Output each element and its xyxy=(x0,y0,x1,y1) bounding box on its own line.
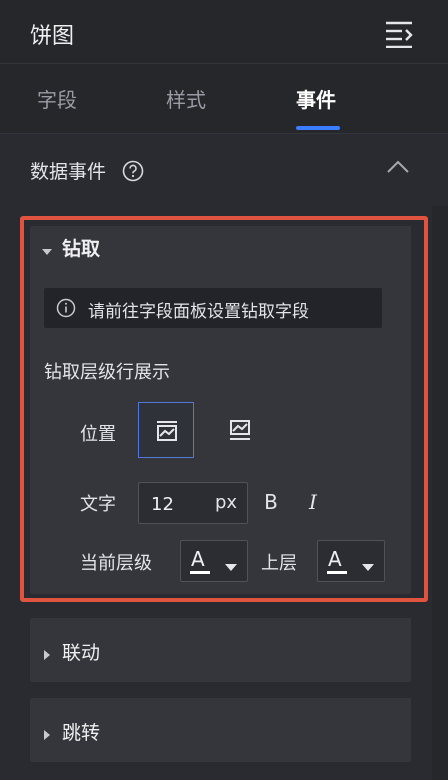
jump-title: 跳转 xyxy=(62,722,101,744)
info-circle-icon xyxy=(56,298,76,318)
font-unit: px xyxy=(215,492,238,513)
current-level-color-picker[interactable]: A xyxy=(180,540,248,582)
position-top-button[interactable] xyxy=(138,402,194,458)
tab-style[interactable]: 样式 xyxy=(166,84,206,113)
caret-right-icon xyxy=(42,725,52,740)
color-swatch xyxy=(190,571,210,574)
notice-text: 请前往字段面板设置钻取字段 xyxy=(88,302,309,322)
position-label: 位置 xyxy=(80,424,116,445)
font-size-input-box: px xyxy=(138,482,248,524)
tab-bar: 字段 样式 事件 xyxy=(0,64,448,134)
scrollbar-track[interactable] xyxy=(432,134,448,780)
color-swatch xyxy=(327,571,347,574)
linkage-title: 联动 xyxy=(62,642,101,664)
upper-level-color-picker[interactable]: A xyxy=(317,540,385,582)
chart-top-icon xyxy=(157,421,177,441)
font-color-glyph: A xyxy=(328,547,342,571)
text-label: 文字 xyxy=(80,494,116,515)
active-tab-indicator xyxy=(296,126,340,130)
bold-button[interactable]: B xyxy=(258,490,284,520)
current-level-label: 当前层级 xyxy=(80,553,152,574)
caret-right-icon xyxy=(42,645,52,660)
tab-fields[interactable]: 字段 xyxy=(37,84,77,113)
font-size-input[interactable] xyxy=(149,490,213,518)
row-display-label: 钻取层级行展示 xyxy=(44,362,170,383)
italic-button[interactable]: I xyxy=(300,490,326,520)
chevron-up-icon[interactable] xyxy=(386,158,410,178)
chart-bottom-icon xyxy=(230,420,250,440)
drill-notice: 请前往字段面板设置钻取字段 xyxy=(44,288,382,328)
panel-title: 饼图 xyxy=(30,24,75,49)
position-bottom-button[interactable] xyxy=(212,402,268,458)
upper-level-label: 上层 xyxy=(261,553,297,574)
question-circle-icon[interactable] xyxy=(122,160,144,182)
caret-down-icon xyxy=(225,557,237,576)
jump-card[interactable]: 跳转 xyxy=(30,698,411,762)
tab-events[interactable]: 事件 xyxy=(296,84,336,113)
data-events-section-header[interactable]: 数据事件 xyxy=(0,134,448,206)
caret-down-icon[interactable] xyxy=(42,242,52,255)
drill-title[interactable]: 钻取 xyxy=(62,234,100,261)
section-title: 数据事件 xyxy=(30,161,107,183)
linkage-card[interactable]: 联动 xyxy=(30,618,411,682)
collapse-menu-icon[interactable] xyxy=(384,20,414,49)
panel-header: 饼图 xyxy=(0,0,448,64)
font-color-glyph: A xyxy=(191,547,205,571)
caret-down-icon xyxy=(362,557,374,576)
